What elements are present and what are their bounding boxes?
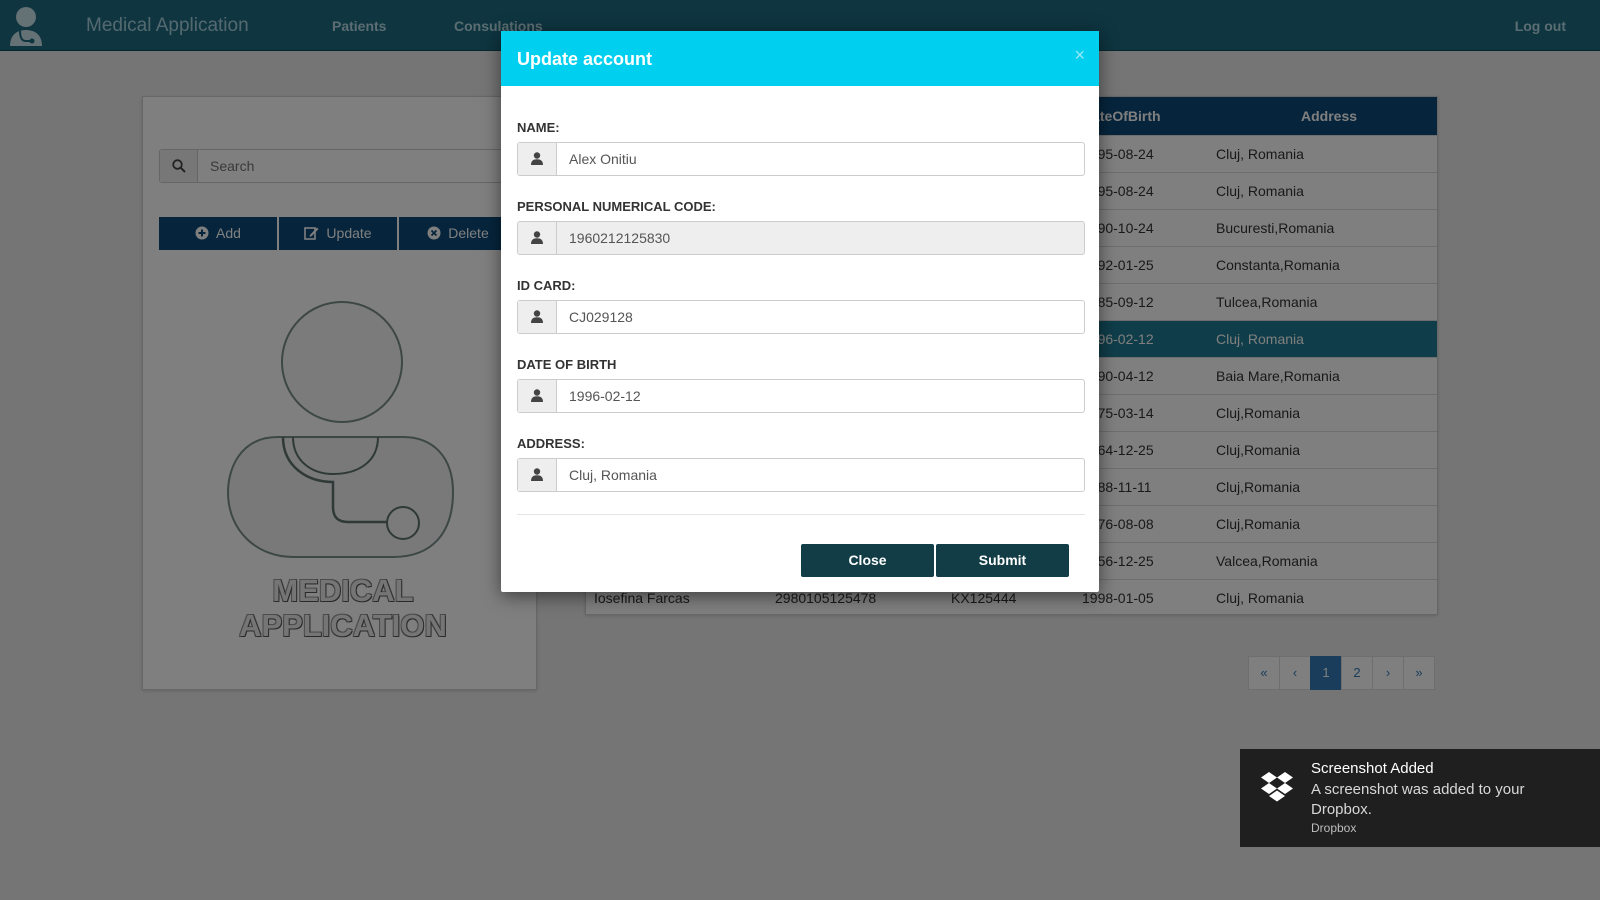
dob-label: DATE OF BIRTH	[517, 357, 617, 372]
user-icon	[531, 389, 543, 402]
address-input[interactable]	[557, 459, 1084, 491]
update-account-modal: Update account × NAME: PERSONAL NUMERICA…	[501, 31, 1099, 592]
id-card-input[interactable]	[557, 301, 1084, 333]
dob-input[interactable]	[557, 380, 1084, 412]
pnc-addon	[518, 222, 557, 254]
address-addon	[518, 459, 557, 491]
submit-button[interactable]: Submit	[936, 544, 1069, 577]
modal-title: Update account	[517, 49, 653, 69]
user-icon	[531, 231, 543, 244]
id-card-field-group	[517, 300, 1085, 334]
dob-addon	[518, 380, 557, 412]
toast-title: Screenshot Added	[1311, 760, 1434, 777]
name-input[interactable]	[557, 143, 1084, 175]
close-icon[interactable]: ×	[1074, 45, 1085, 66]
modal-header: Update account ×	[501, 31, 1099, 86]
address-field-group	[517, 458, 1085, 492]
id-card-label: ID CARD:	[517, 278, 576, 293]
close-button[interactable]: Close	[801, 544, 934, 577]
pnc-field-group	[517, 221, 1085, 255]
dob-field-group	[517, 379, 1085, 413]
name-addon	[518, 143, 557, 175]
user-icon	[531, 310, 543, 323]
name-label: NAME:	[517, 120, 560, 135]
user-icon	[531, 468, 543, 481]
id-card-addon	[518, 301, 557, 333]
address-label: ADDRESS:	[517, 436, 585, 451]
user-icon	[531, 152, 543, 165]
pnc-input	[557, 222, 1084, 254]
toast-body: A screenshot was added to your Dropbox.	[1311, 781, 1525, 818]
toast-source: Dropbox	[1311, 821, 1357, 835]
dropbox-notification[interactable]: Screenshot Added A screenshot was added …	[1240, 749, 1600, 847]
name-field-group	[517, 142, 1085, 176]
modal-divider	[517, 514, 1085, 515]
dropbox-icon	[1261, 772, 1293, 802]
pnc-label: PERSONAL NUMERICAL CODE:	[517, 199, 716, 214]
